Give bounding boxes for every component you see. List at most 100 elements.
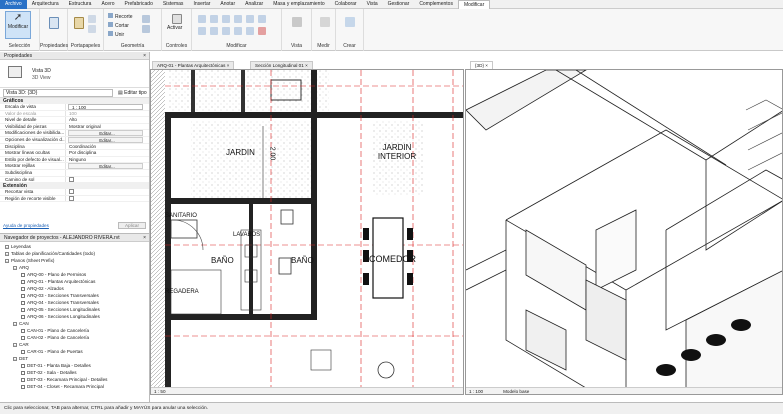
expand-toggle-icon[interactable]: − bbox=[13, 342, 17, 347]
browser-node-item[interactable]: − CAR bbox=[5, 341, 149, 348]
view-tab-section[interactable]: Sección Longitudinal 01 × bbox=[250, 61, 313, 69]
property-edit-button[interactable]: Editar... bbox=[68, 136, 143, 143]
ribbon-tab-masa-y-emplazamiento[interactable]: Masa y emplazamiento bbox=[268, 0, 329, 9]
checkbox[interactable] bbox=[69, 176, 74, 182]
copy-icon[interactable] bbox=[88, 25, 96, 33]
array-icon[interactable] bbox=[246, 27, 254, 35]
property-checkbox[interactable] bbox=[66, 176, 149, 183]
paint-icon[interactable] bbox=[142, 25, 150, 33]
split-icon[interactable] bbox=[246, 15, 254, 23]
mirror-axis-icon[interactable] bbox=[234, 15, 242, 23]
browser-node-item[interactable]: − CAN bbox=[5, 320, 149, 327]
view-tab-plans[interactable]: ARQ-01 - Plantas Arquitectónicas × bbox=[152, 61, 235, 69]
view-tab-3d[interactable]: {3D} × bbox=[470, 61, 493, 69]
floor-plan-view[interactable]: JARDIN JARDIN INTERIOR SANITARIO LAVABOS… bbox=[150, 69, 464, 395]
3d-model-selector[interactable]: Modelo base bbox=[503, 389, 529, 394]
ribbon-tab-anotar[interactable]: Anotar bbox=[215, 0, 240, 9]
expand-toggle-icon[interactable]: − bbox=[13, 356, 17, 361]
copy-tool-icon[interactable] bbox=[210, 27, 218, 35]
ribbon-tab-insertar[interactable]: Insertar bbox=[188, 0, 215, 9]
property-checkbox[interactable] bbox=[66, 189, 149, 195]
modify-button[interactable]: ➚ Modificar bbox=[5, 11, 31, 39]
expand-toggle-icon[interactable]: − bbox=[13, 321, 17, 326]
browser-node-item[interactable]: − DET bbox=[5, 355, 149, 362]
ribbon-tab-modificar[interactable]: Modificar bbox=[457, 0, 491, 9]
delete-icon[interactable] bbox=[258, 27, 266, 35]
paste-icon[interactable] bbox=[74, 17, 84, 29]
browser-sheet-item[interactable]: ARQ-01 - Plantas Arquitectónicas bbox=[5, 278, 149, 285]
3d-view[interactable]: 1 : 100 Modelo base bbox=[465, 69, 783, 395]
expand-toggle-icon[interactable]: − bbox=[5, 244, 9, 249]
move-icon[interactable] bbox=[198, 27, 206, 35]
browser-sheet-item[interactable]: DET-01 - Planta Baja - Detalles bbox=[5, 362, 149, 369]
select-group-label[interactable]: Selección bbox=[0, 43, 39, 49]
cut-icon[interactable] bbox=[88, 15, 96, 23]
expand-toggle-icon[interactable]: − bbox=[13, 265, 17, 270]
property-checkbox[interactable] bbox=[66, 196, 149, 202]
browser-node-item[interactable]: − Tablas de planificación/Cantidades (tod… bbox=[5, 250, 149, 257]
expand-toggle-icon[interactable]: − bbox=[5, 258, 9, 263]
view-tool-icon[interactable] bbox=[292, 17, 302, 27]
property-value[interactable]: Coordinación bbox=[66, 144, 149, 150]
browser-node-item[interactable]: − Planos (Sheet Prefix) bbox=[5, 257, 149, 264]
browser-sheet-item[interactable]: ARQ-03 - Secciones Transversales bbox=[5, 292, 149, 299]
ribbon-tab-acero[interactable]: Acero bbox=[96, 0, 119, 9]
cut-item[interactable]: Cortar bbox=[108, 22, 129, 29]
measure-icon[interactable] bbox=[320, 17, 330, 27]
browser-sheet-item[interactable]: CAN-01 - Plano de Cancelería bbox=[5, 327, 149, 334]
ribbon-tab-archivo[interactable]: Archivo bbox=[0, 0, 27, 9]
property-edit-button[interactable]: Editar... bbox=[68, 163, 143, 169]
ribbon-tab-prefabricado[interactable]: Prefabricado bbox=[120, 0, 158, 9]
trim-icon[interactable] bbox=[234, 27, 242, 35]
browser-sheet-item[interactable]: ARQ-02 - Alzados bbox=[5, 285, 149, 292]
join-item[interactable]: Unir bbox=[108, 31, 124, 38]
ribbon-tab-vista[interactable]: Vista bbox=[362, 0, 383, 9]
close-icon[interactable]: × bbox=[143, 234, 146, 242]
expand-toggle-icon[interactable]: − bbox=[5, 251, 9, 256]
browser-sheet-item[interactable]: CAR-01 - Plano de Puertas bbox=[5, 348, 149, 355]
browser-sheet-item[interactable]: DET-04 - Closet - Recamara Principal bbox=[5, 383, 149, 390]
mirror-icon[interactable] bbox=[222, 15, 230, 23]
rotate-icon[interactable] bbox=[222, 27, 230, 35]
ribbon-tab-gestionar[interactable]: Gestionar bbox=[383, 0, 415, 9]
checkbox[interactable] bbox=[69, 196, 74, 201]
browser-sheet-item[interactable]: DET-02 - Sala - Detalles bbox=[5, 369, 149, 376]
ribbon-tab-analizar[interactable]: Analizar bbox=[240, 0, 268, 9]
plan-scale[interactable]: 1 : 50 bbox=[154, 389, 166, 394]
apply-button[interactable]: Aplicar bbox=[118, 222, 146, 229]
activate-icon[interactable] bbox=[172, 14, 182, 24]
ribbon-tab-estructura[interactable]: Estructura bbox=[64, 0, 97, 9]
ribbon-tab-colaborar[interactable]: Colaborar bbox=[330, 0, 362, 9]
browser-sheet-item[interactable]: ARQ-06 - Secciones Longitudinales bbox=[5, 313, 149, 320]
offset-icon[interactable] bbox=[210, 15, 218, 23]
browser-sheet-item[interactable]: ARQ-00 - Plano de Permisos bbox=[5, 271, 149, 278]
browser-node-item[interactable]: − Leyendas bbox=[5, 243, 149, 250]
geometry-tool-icon[interactable] bbox=[142, 15, 150, 23]
ribbon-tab-complementos[interactable]: Complementos bbox=[414, 0, 458, 9]
browser-sheet-item[interactable]: CAN-02 - Plano de Cancelería bbox=[5, 334, 149, 341]
property-value[interactable] bbox=[66, 170, 149, 176]
browser-sheet-item[interactable]: DET-03 - Recamara Principal - Detalles bbox=[5, 376, 149, 383]
property-value[interactable]: Por disciplina bbox=[66, 150, 149, 156]
property-value[interactable]: Alto bbox=[66, 117, 149, 123]
close-icon[interactable]: × bbox=[143, 52, 146, 60]
property-edit-button[interactable]: Editar... bbox=[68, 130, 143, 136]
ribbon-tab-arquitectura[interactable]: Arquitectura bbox=[27, 0, 64, 9]
ribbon-tab-sistemas[interactable]: Sistemas bbox=[158, 0, 189, 9]
browser-sheet-item[interactable]: ARQ-04 - Secciones Transversales bbox=[5, 299, 149, 306]
create-icon[interactable] bbox=[345, 17, 355, 27]
instance-selector[interactable]: Vista 3D: {3D} bbox=[3, 89, 113, 97]
edit-type-button[interactable]: ▤ Editar tipo bbox=[118, 89, 147, 97]
property-value[interactable]: Mostrar original bbox=[66, 124, 149, 130]
property-value[interactable]: Ninguno bbox=[66, 157, 149, 163]
browser-node-item[interactable]: − ARQ bbox=[5, 264, 149, 271]
browser-sheet-item[interactable]: ARQ-05 - Secciones Longitudinales bbox=[5, 306, 149, 313]
pin-icon[interactable] bbox=[258, 15, 266, 23]
properties-icon[interactable] bbox=[49, 17, 59, 29]
3d-scale[interactable]: 1 : 100 bbox=[469, 389, 483, 394]
type-selector[interactable]: Vista 3D 3D View bbox=[0, 60, 149, 88]
property-value[interactable]: 1 : 100 bbox=[68, 104, 143, 110]
align-icon[interactable] bbox=[198, 15, 206, 23]
cope-item[interactable]: Recorte bbox=[108, 13, 133, 20]
properties-help-link[interactable]: Ayuda de propiedades bbox=[3, 223, 49, 228]
